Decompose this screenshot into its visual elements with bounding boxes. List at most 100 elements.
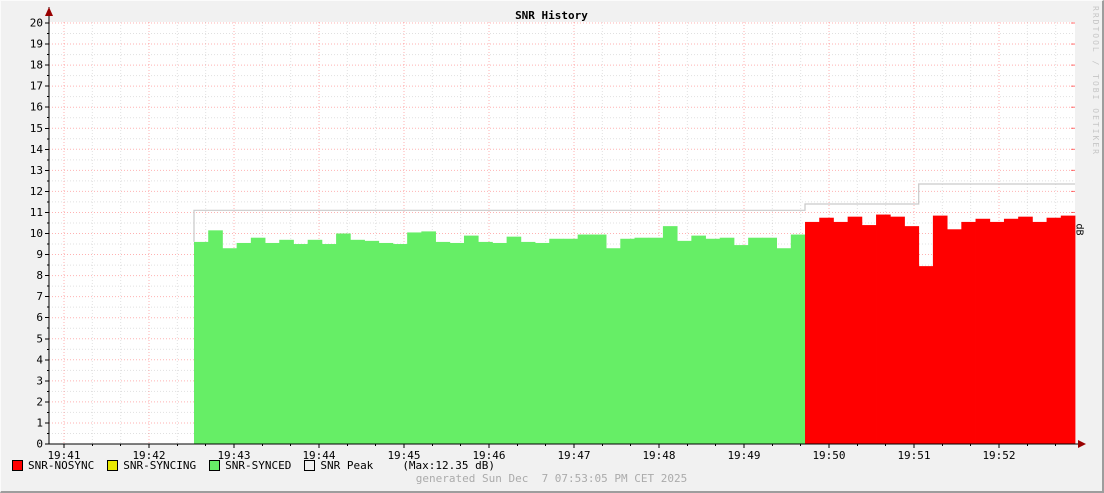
y-tick-label: 8 bbox=[36, 269, 43, 282]
legend-label-syncing: SNR-SYNCING bbox=[123, 459, 197, 472]
area-snr-nosync bbox=[918, 266, 934, 444]
y-tick-label: 15 bbox=[30, 122, 43, 135]
area-snr-synced bbox=[606, 248, 621, 444]
x-tick-label: 19:51 bbox=[897, 449, 930, 462]
area-snr-synced bbox=[648, 237, 664, 444]
area-snr-synced bbox=[478, 241, 493, 444]
area-snr-nosync bbox=[961, 221, 976, 444]
x-tick-label: 19:52 bbox=[982, 449, 1015, 462]
area-snr-nosync bbox=[1060, 215, 1076, 444]
area-snr-synced bbox=[279, 239, 294, 444]
area-snr-nosync bbox=[975, 218, 991, 444]
area-snr-synced bbox=[307, 239, 323, 444]
right-axis-unit-label: dB bbox=[1073, 223, 1085, 236]
x-tick-label: 19:48 bbox=[642, 449, 675, 462]
area-snr-synced bbox=[194, 241, 209, 444]
y-tick-label: 13 bbox=[30, 164, 43, 177]
area-snr-synced bbox=[691, 235, 706, 444]
area-snr-nosync bbox=[847, 216, 863, 444]
y-tick-label: 7 bbox=[36, 290, 43, 303]
chart-title: SNR History bbox=[515, 9, 588, 22]
x-tick-label: 19:47 bbox=[557, 449, 590, 462]
legend: SNR-NOSYNC SNR-SYNCING SNR-SYNCED SNR Pe… bbox=[12, 459, 495, 472]
area-snr-synced bbox=[222, 248, 238, 444]
area-snr-synced bbox=[719, 237, 735, 444]
area-snr-synced bbox=[634, 237, 650, 444]
y-tick-label: 16 bbox=[30, 101, 43, 114]
area-snr-nosync bbox=[861, 225, 877, 444]
chart-canvas: 0123456789101112131415161718192019:41 19:… bbox=[30, 7, 1086, 462]
peak-swatch-icon bbox=[304, 460, 316, 471]
area-snr-synced bbox=[492, 242, 508, 444]
legend-item-nosync: SNR-NOSYNC bbox=[12, 459, 94, 472]
area-snr-synced bbox=[336, 233, 351, 444]
area-snr-synced bbox=[591, 234, 607, 444]
y-tick-label: 5 bbox=[36, 332, 43, 345]
area-snr-synced bbox=[506, 236, 522, 444]
area-snr-nosync bbox=[932, 215, 948, 444]
area-snr-synced bbox=[364, 240, 380, 444]
x-tick-label: 19:49 bbox=[727, 449, 760, 462]
y-tick-label: 11 bbox=[30, 206, 43, 219]
area-snr-synced bbox=[520, 241, 536, 444]
x-tick-label: 19:50 bbox=[812, 449, 845, 462]
rrdtool-watermark: RRDTOOL / TOBI OETIKER bbox=[1091, 6, 1100, 156]
x-axis-arrow-icon bbox=[1078, 440, 1086, 448]
y-tick-label: 6 bbox=[36, 311, 43, 324]
legend-item-peak: SNR Peak bbox=[304, 459, 373, 472]
y-tick-label: 14 bbox=[30, 143, 44, 156]
area-snr-nosync bbox=[1046, 217, 1062, 444]
area-snr-nosync bbox=[1003, 218, 1019, 444]
y-tick-label: 2 bbox=[36, 395, 43, 408]
y-tick-label: 18 bbox=[30, 59, 43, 72]
synced-swatch-icon bbox=[209, 460, 221, 471]
area-snr-nosync bbox=[1018, 216, 1033, 444]
area-snr-synced bbox=[677, 240, 692, 444]
y-tick-label: 1 bbox=[36, 416, 43, 429]
area-snr-synced bbox=[236, 242, 252, 444]
area-snr-synced bbox=[293, 244, 309, 444]
generated-timestamp: generated Sun Dec 7 07:53:05 PM CET 2025 bbox=[415, 472, 688, 485]
area-snr-synced bbox=[776, 248, 792, 444]
area-snr-synced bbox=[790, 234, 806, 444]
area-snr-synced bbox=[407, 232, 422, 444]
legend-label-peak: SNR Peak bbox=[320, 459, 374, 472]
area-snr-nosync bbox=[833, 221, 849, 444]
area-snr-nosync bbox=[989, 221, 1005, 444]
area-snr-nosync bbox=[1032, 221, 1047, 444]
y-tick-label: 9 bbox=[36, 248, 43, 261]
area-snr-synced bbox=[350, 239, 365, 444]
legend-label-nosync: SNR-NOSYNC bbox=[28, 459, 95, 472]
area-snr-synced bbox=[563, 238, 579, 444]
y-tick-label: 19 bbox=[30, 38, 43, 51]
area-snr-nosync bbox=[876, 214, 891, 444]
snr-history-graph: 0 1 2 3 4 5 6 7 8 9 10 11 12 13 14 15 16 17 18 19 20 19:41 19:… bbox=[0, 0, 1104, 493]
y-tick-label: 4 bbox=[36, 353, 43, 366]
area-snr-synced bbox=[620, 238, 635, 444]
y-tick-label: 10 bbox=[30, 227, 43, 240]
area-snr-synced bbox=[392, 244, 408, 444]
area-snr-synced bbox=[378, 242, 394, 444]
area-snr-synced bbox=[535, 242, 550, 444]
area-snr-synced bbox=[762, 237, 777, 444]
y-tick-label: 3 bbox=[36, 374, 43, 387]
y-tick-label: 12 bbox=[30, 185, 43, 198]
area-snr-synced bbox=[733, 245, 749, 444]
area-snr-synced bbox=[549, 238, 564, 444]
area-snr-synced bbox=[705, 238, 721, 444]
area-snr-synced bbox=[250, 237, 266, 444]
y-tick-label: 17 bbox=[30, 80, 43, 93]
legend-item-syncing: SNR-SYNCING bbox=[107, 459, 196, 472]
peak-max-annotation: (Max:12.35 dB) bbox=[402, 459, 496, 472]
area-snr-synced bbox=[208, 230, 223, 444]
syncing-swatch-icon bbox=[107, 460, 119, 471]
area-snr-synced bbox=[449, 242, 465, 444]
area-snr-synced bbox=[577, 234, 593, 444]
area-snr-nosync bbox=[947, 229, 962, 444]
legend-label-synced: SNR-SYNCED bbox=[225, 459, 292, 472]
area-snr-synced bbox=[265, 242, 280, 444]
area-snr-synced bbox=[463, 235, 479, 444]
area-snr-nosync bbox=[805, 221, 820, 444]
area-snr-synced bbox=[421, 231, 436, 444]
area-snr-synced bbox=[662, 226, 678, 444]
